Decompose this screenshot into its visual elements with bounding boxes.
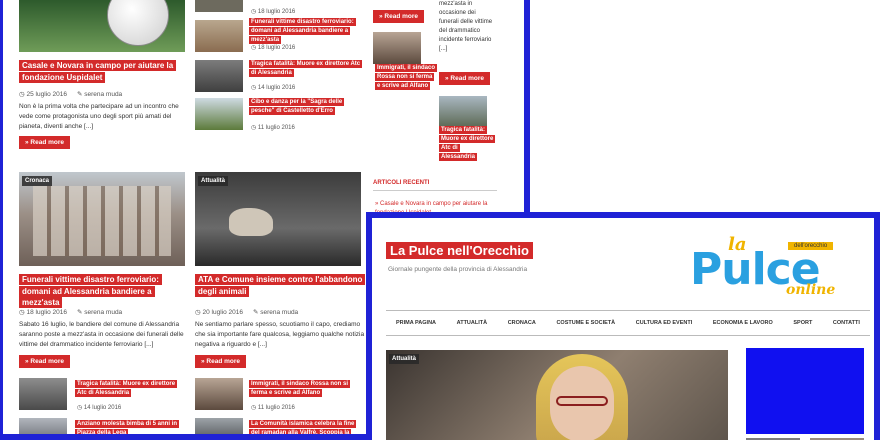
site-tagline: Giornale pungente della provincia di Ale… (388, 266, 528, 273)
front-window: La Pulce nell'Orecchio Giornale pungente… (366, 212, 880, 440)
article-excerpt: Sabato 16 luglio, le bandiere del comune… (19, 321, 184, 348)
nav-item-cultura[interactable]: CULTURA ED EVENTI (636, 320, 693, 326)
town-hall-image[interactable]: Cronaca (19, 172, 185, 266)
divider (373, 190, 497, 191)
thumbnail[interactable] (373, 32, 421, 64)
thumbnail[interactable] (195, 378, 243, 410)
list-item-date: ◷ 14 luglio 2016 (77, 405, 122, 411)
article-meta: ◷ 25 luglio 2016 ✎ serena muda (19, 91, 123, 98)
read-more-button[interactable]: » Read more (195, 355, 247, 368)
nav-item-sport[interactable]: SPORT (793, 320, 812, 326)
list-item-date: ◷ 18 luglio 2016 (251, 45, 296, 51)
thumbnail[interactable] (195, 20, 243, 52)
main-nav: PRIMA PAGINA ATTUALITÀ CRONACA COSTUME E… (386, 310, 870, 336)
thumbnail[interactable] (19, 378, 67, 410)
list-item-title[interactable]: Funerali vittime disastro ferroviario: d… (249, 18, 361, 45)
list-item-date: ◷ 11 luglio 2016 (251, 405, 295, 411)
list-item-title[interactable]: Immigrati, il sindaco Rossa non si ferma… (375, 64, 438, 91)
nav-item-attualita[interactable]: ATTUALITÀ (457, 320, 487, 326)
article-excerpt: Ne sentiamo parlare spesso, scuotiamo il… (195, 321, 365, 348)
list-item-title[interactable]: Tragica fatalità: Muore ex direttore Atc… (249, 60, 363, 78)
thumbnail[interactable] (195, 98, 243, 130)
list-item-title[interactable]: Immigrati, il sindaco Rossa non si ferma… (249, 380, 361, 398)
ad-banner[interactable] (746, 348, 864, 434)
list-item-title[interactable]: Tragica fatalità: Muore ex direttore Atc… (439, 126, 496, 162)
category-badge[interactable]: Cronaca (22, 176, 53, 186)
list-item-title[interactable]: Anziano molesta bimba di 5 anni in Piazz… (75, 420, 185, 434)
list-item-title[interactable]: Cibo e danza per la "Sagra delle pesche"… (249, 98, 361, 116)
article-meta: ◷ 18 luglio 2016 ✎ serena muda (19, 309, 123, 316)
read-more-button[interactable]: » Read more (439, 72, 491, 85)
thumbnail[interactable] (439, 96, 487, 126)
list-item-date: ◷ 11 luglio 2016 (251, 125, 295, 131)
nav-item-contatti[interactable]: CONTATTI (833, 320, 860, 326)
read-more-button[interactable]: » Read more (19, 136, 71, 149)
article-meta: ◷ 20 luglio 2016 ✎ serena muda (195, 309, 299, 316)
site-title[interactable]: La Pulce nell'Orecchio (386, 242, 533, 261)
nav-item-costume[interactable]: COSTUME E SOCIETÀ (556, 320, 615, 326)
thumbnail[interactable] (195, 0, 243, 12)
read-more-button[interactable]: » Read more (19, 355, 71, 368)
article-excerpt: Non è la prima volta che partecipare ad … (19, 103, 179, 130)
category-badge[interactable]: Attualità (198, 176, 228, 186)
thumbnail[interactable] (195, 60, 243, 92)
thumbnail[interactable] (195, 418, 243, 434)
dog-road-image[interactable]: Attualità (195, 172, 361, 266)
article-title[interactable]: Funerali vittime disastro ferroviario: d… (19, 274, 189, 309)
article-excerpt: mezz'asta in occasione dei funerali dell… (439, 1, 493, 52)
soccer-ball-image[interactable] (19, 0, 185, 52)
site-logo[interactable]: la dell'orecchio Pulce online (688, 232, 868, 306)
article-title[interactable]: Casale e Novara in campo per aiutare la … (19, 60, 189, 83)
hero-image[interactable]: Attualità (386, 350, 728, 440)
nav-item-economia[interactable]: ECONOMIA E LAVORO (713, 320, 773, 326)
nav-item-prima-pagina[interactable]: PRIMA PAGINA (396, 320, 436, 326)
category-badge[interactable]: Attualità (389, 354, 419, 364)
list-item-title[interactable]: Tragica fatalità: Muore ex direttore Atc… (75, 380, 185, 398)
thumbnail[interactable] (19, 418, 67, 434)
list-item-date: ◷ 18 luglio 2016 (251, 9, 296, 15)
recent-articles-heading: ARTICOLI RECENTI (373, 180, 430, 186)
read-more-button[interactable]: » Read more (373, 10, 425, 23)
list-item-title[interactable]: La Comunità islamica celebra la fine del… (249, 420, 361, 434)
article-title[interactable]: ATA e Comune insieme contro l'abbandono … (195, 274, 366, 297)
list-item-date: ◷ 14 luglio 2016 (251, 85, 296, 91)
nav-item-cronaca[interactable]: CRONACA (508, 320, 536, 326)
